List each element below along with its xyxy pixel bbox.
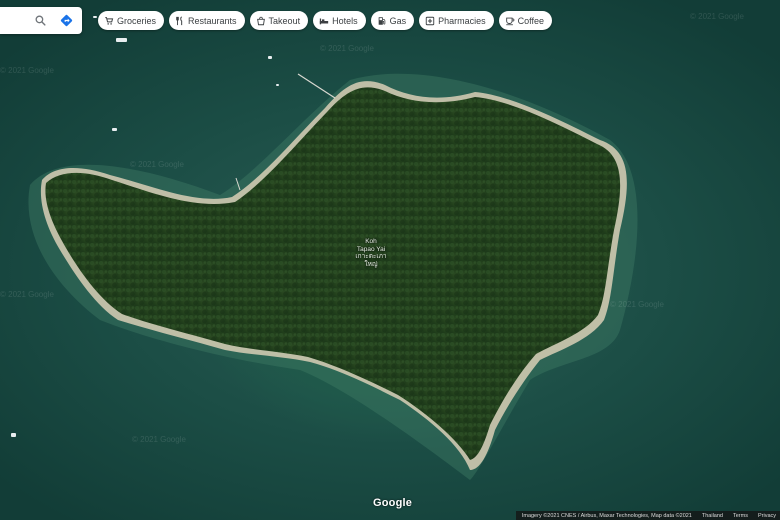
chip-label: Restaurants bbox=[188, 15, 237, 26]
chip-pharmacies[interactable]: Pharmacies bbox=[419, 11, 494, 30]
map-watermark: © 2021 Google bbox=[0, 66, 54, 75]
cart-icon bbox=[104, 16, 114, 26]
country-label: Thailand bbox=[701, 512, 723, 519]
google-logo: Google bbox=[373, 497, 413, 509]
imagery-attribution: Imagery ©2021 CNES / Airbus, Maxar Techn… bbox=[521, 512, 692, 519]
jetty bbox=[297, 73, 336, 99]
boat bbox=[116, 38, 127, 42]
chip-gas[interactable]: Gas bbox=[370, 11, 415, 30]
chip-restaurants[interactable]: Restaurants bbox=[169, 11, 245, 30]
terms-link[interactable]: Terms bbox=[733, 513, 748, 519]
map-watermark: © 2021 Google bbox=[130, 160, 184, 169]
chip-label: Takeout bbox=[268, 15, 301, 26]
gas-pump-icon bbox=[377, 16, 387, 26]
island-forest bbox=[45, 87, 621, 461]
map-watermark: © 2021 Google bbox=[132, 435, 186, 444]
map-watermark: © 2021 Google bbox=[690, 12, 744, 21]
chip-label: Hotels bbox=[332, 15, 358, 26]
chip-hotels[interactable]: Hotels bbox=[313, 11, 366, 30]
pharmacy-icon bbox=[425, 16, 435, 26]
map-watermark: © 2021 Google bbox=[320, 44, 374, 53]
search-icon[interactable] bbox=[32, 13, 48, 29]
satellite-map[interactable]: © 2021 Google © 2021 Google © 2021 Googl… bbox=[0, 0, 780, 520]
bed-icon bbox=[319, 16, 329, 26]
chip-label: Pharmacies bbox=[438, 15, 486, 26]
boat bbox=[268, 56, 272, 59]
boat bbox=[93, 16, 97, 18]
coffee-icon bbox=[505, 16, 515, 26]
search-box[interactable] bbox=[0, 7, 82, 34]
chip-label: Groceries bbox=[117, 15, 157, 26]
fork-knife-icon bbox=[175, 15, 185, 26]
privacy-link[interactable]: Privacy bbox=[758, 513, 776, 519]
takeout-icon bbox=[256, 16, 266, 26]
chip-takeout[interactable]: Takeout bbox=[249, 11, 309, 30]
attribution-bar: Imagery ©2021 CNES / Airbus, Maxar Techn… bbox=[515, 511, 780, 520]
place-name: Tapao Yai bbox=[356, 245, 386, 253]
chip-label: Gas bbox=[389, 15, 407, 26]
place-name-thai: ใหญ่ bbox=[364, 260, 378, 268]
place-name: Koh bbox=[365, 238, 377, 245]
chip-coffee[interactable]: Coffee bbox=[498, 11, 552, 30]
island-label[interactable]: Koh Tapao Yai เกาะตะเภา ใหญ่ bbox=[344, 238, 398, 268]
directions-icon[interactable] bbox=[58, 13, 74, 29]
boat bbox=[276, 84, 279, 86]
map-watermark: © 2021 Google bbox=[610, 300, 664, 309]
boat bbox=[112, 128, 117, 131]
map-watermark: © 2021 Google bbox=[0, 290, 54, 299]
chip-label: Coffee bbox=[517, 15, 544, 26]
category-chips: Groceries Restaurants Takeout Hotels Gas bbox=[98, 11, 552, 30]
chip-groceries[interactable]: Groceries bbox=[98, 11, 165, 30]
place-name-thai: เกาะตะเภา bbox=[355, 253, 387, 260]
boat bbox=[11, 433, 16, 437]
